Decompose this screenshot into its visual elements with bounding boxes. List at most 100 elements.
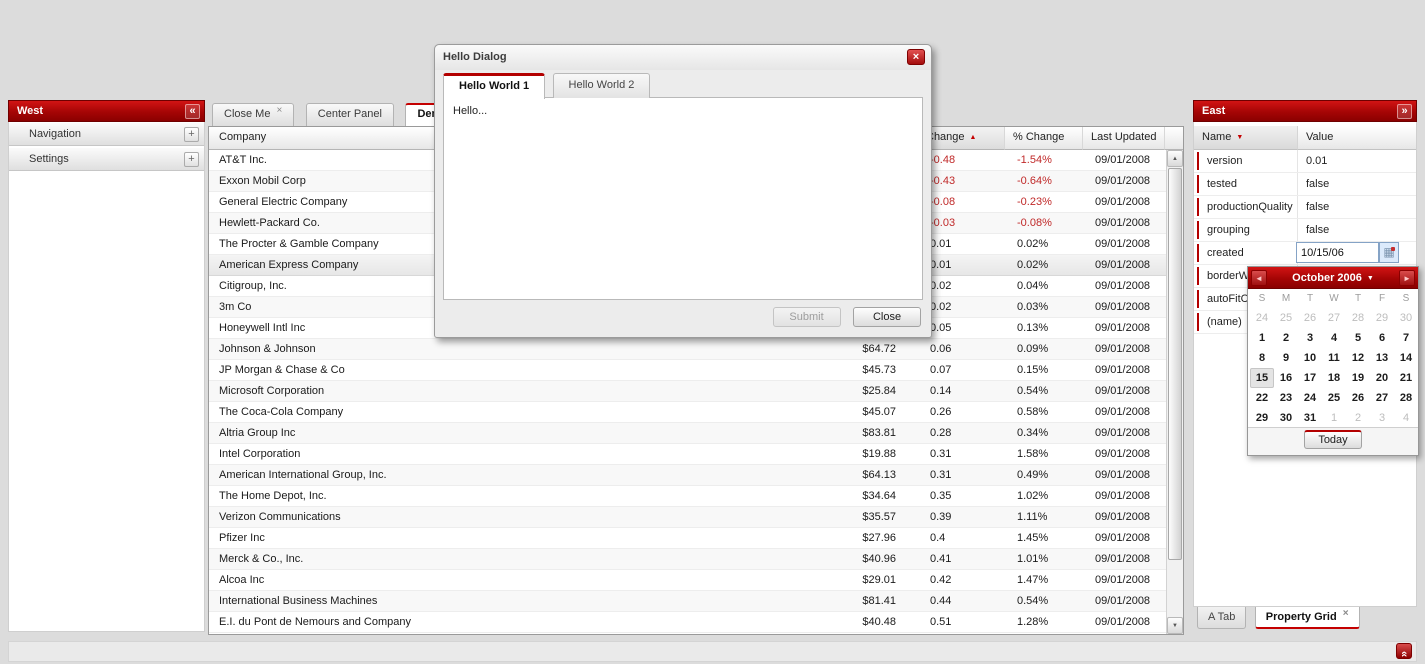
dialog-close-icon[interactable]: × <box>907 49 925 65</box>
table-row[interactable]: Merck & Co., Inc. $40.96 0.41 1.01% 09/0… <box>209 549 1166 570</box>
sort-asc-icon: ▲ <box>970 134 977 141</box>
property-row[interactable]: version 0.01 <box>1194 150 1416 173</box>
cell-pct-change: 1.58% <box>1005 444 1083 464</box>
column-header-pct-change[interactable]: % Change <box>1005 127 1083 150</box>
calendar-day[interactable]: 28 <box>1394 388 1418 408</box>
calendar-trigger-icon[interactable]: ▦ <box>1379 242 1399 263</box>
expand-south-icon[interactable]: « <box>1396 643 1412 659</box>
calendar-day[interactable]: 1 <box>1250 328 1274 348</box>
cell-last-updated: 09/01/2008 <box>1083 192 1165 212</box>
calendar-day[interactable]: 21 <box>1394 368 1418 388</box>
calendar-day[interactable]: 5 <box>1346 328 1370 348</box>
calendar-day[interactable]: 2 <box>1274 328 1298 348</box>
expand-plus-icon[interactable]: + <box>184 152 199 167</box>
calendar-day[interactable]: 27 <box>1322 308 1346 328</box>
today-button[interactable]: Today <box>1304 430 1361 449</box>
month-year-button[interactable]: October 2006▼ <box>1292 272 1374 284</box>
calendar-day[interactable]: 25 <box>1274 308 1298 328</box>
table-row[interactable]: JP Morgan & Chase & Co $45.73 0.07 0.15%… <box>209 360 1166 381</box>
calendar-day[interactable]: 6 <box>1370 328 1394 348</box>
calendar-day[interactable]: 26 <box>1298 308 1322 328</box>
calendar-day[interactable]: 19 <box>1346 368 1370 388</box>
table-row[interactable]: Alcoa Inc $29.01 0.42 1.47% 09/01/2008 <box>209 570 1166 591</box>
calendar-day[interactable]: 30 <box>1274 408 1298 428</box>
calendar-day[interactable]: 17 <box>1298 368 1322 388</box>
tab-a-tab[interactable]: A Tab <box>1197 607 1246 629</box>
calendar-day[interactable]: 1 <box>1322 408 1346 428</box>
accordion-item-navigation[interactable]: Navigation + <box>9 122 204 146</box>
calendar-day[interactable]: 2 <box>1346 408 1370 428</box>
cell-last-updated: 09/01/2008 <box>1083 465 1165 485</box>
close-button[interactable]: Close <box>853 307 921 327</box>
table-row[interactable]: American International Group, Inc. $64.1… <box>209 465 1166 486</box>
calendar-day[interactable]: 10 <box>1298 348 1322 368</box>
calendar-day[interactable]: 9 <box>1274 348 1298 368</box>
table-row[interactable]: Microsoft Corporation $25.84 0.14 0.54% … <box>209 381 1166 402</box>
calendar-day[interactable]: 3 <box>1298 328 1322 348</box>
calendar-day[interactable]: 12 <box>1346 348 1370 368</box>
calendar-day[interactable]: 3 <box>1370 408 1394 428</box>
calendar-day[interactable]: 13 <box>1370 348 1394 368</box>
calendar-day[interactable]: 4 <box>1394 408 1418 428</box>
property-row[interactable]: grouping false <box>1194 219 1416 242</box>
tab-center-panel[interactable]: Center Panel <box>306 103 394 126</box>
calendar-day[interactable]: 24 <box>1298 388 1322 408</box>
next-month-icon[interactable]: ► <box>1399 270 1415 286</box>
expand-plus-icon[interactable]: + <box>184 127 199 142</box>
table-row[interactable]: The Coca-Cola Company $45.07 0.26 0.58% … <box>209 402 1166 423</box>
calendar-day[interactable]: 15 <box>1250 368 1274 388</box>
submit-button[interactable]: Submit <box>773 307 841 327</box>
close-tab-icon[interactable]: × <box>1343 608 1349 619</box>
table-row[interactable]: Johnson & Johnson $64.72 0.06 0.09% 09/0… <box>209 339 1166 360</box>
calendar-day[interactable]: 28 <box>1346 308 1370 328</box>
calendar-day[interactable]: 23 <box>1274 388 1298 408</box>
prev-month-icon[interactable]: ◄ <box>1251 270 1267 286</box>
collapse-left-icon[interactable]: « <box>185 104 200 119</box>
table-row[interactable]: Intel Corporation $19.88 0.31 1.58% 09/0… <box>209 444 1166 465</box>
west-panel-body: Navigation + Settings + <box>8 122 205 632</box>
calendar-day[interactable]: 25 <box>1322 388 1346 408</box>
calendar-day[interactable]: 22 <box>1250 388 1274 408</box>
scrollbar-thumb[interactable] <box>1168 168 1182 560</box>
tab-close-me[interactable]: Close Me× <box>212 103 294 126</box>
weekday-label: T <box>1346 291 1370 307</box>
scroll-up-icon[interactable]: ▲ <box>1167 150 1183 167</box>
calendar-day[interactable]: 16 <box>1274 368 1298 388</box>
date-input[interactable] <box>1296 242 1379 263</box>
calendar-day[interactable]: 29 <box>1370 308 1394 328</box>
scroll-down-icon[interactable]: ▼ <box>1167 617 1183 634</box>
table-row[interactable]: Verizon Communications $35.57 0.39 1.11%… <box>209 507 1166 528</box>
collapse-right-icon[interactable]: » <box>1397 104 1412 119</box>
calendar-day[interactable]: 24 <box>1250 308 1274 328</box>
tab-property-grid[interactable]: Property Grid× <box>1255 607 1360 629</box>
property-row[interactable]: productionQuality false <box>1194 196 1416 219</box>
close-tab-icon[interactable]: × <box>276 105 282 116</box>
column-header-value[interactable]: Value <box>1298 126 1416 150</box>
column-header-last-updated[interactable]: Last Updated <box>1083 127 1165 150</box>
table-row[interactable]: Altria Group Inc $83.81 0.28 0.34% 09/01… <box>209 423 1166 444</box>
calendar-day[interactable]: 30 <box>1394 308 1418 328</box>
calendar-day[interactable]: 11 <box>1322 348 1346 368</box>
calendar-day[interactable]: 20 <box>1370 368 1394 388</box>
calendar-day[interactable]: 18 <box>1322 368 1346 388</box>
dialog-header[interactable]: Hello Dialog × <box>435 45 931 70</box>
column-header-name[interactable]: Name▼ <box>1194 126 1298 150</box>
accordion-item-settings[interactable]: Settings + <box>9 147 204 171</box>
grid-scrollbar[interactable]: ▲ ▼ <box>1166 150 1183 634</box>
south-bar: « <box>8 641 1417 662</box>
calendar-day[interactable]: 7 <box>1394 328 1418 348</box>
tab-hello-world-1[interactable]: Hello World 1 <box>443 73 545 99</box>
tab-hello-world-2[interactable]: Hello World 2 <box>553 73 651 98</box>
property-row[interactable]: tested false <box>1194 173 1416 196</box>
table-row[interactable]: The Home Depot, Inc. $34.64 0.35 1.02% 0… <box>209 486 1166 507</box>
calendar-day[interactable]: 27 <box>1370 388 1394 408</box>
table-row[interactable]: International Business Machines $81.41 0… <box>209 591 1166 612</box>
calendar-day[interactable]: 31 <box>1298 408 1322 428</box>
table-row[interactable]: Pfizer Inc $27.96 0.4 1.45% 09/01/2008 <box>209 528 1166 549</box>
calendar-day[interactable]: 26 <box>1346 388 1370 408</box>
table-row[interactable]: E.I. du Pont de Nemours and Company $40.… <box>209 612 1166 633</box>
calendar-day[interactable]: 29 <box>1250 408 1274 428</box>
calendar-day[interactable]: 14 <box>1394 348 1418 368</box>
calendar-day[interactable]: 8 <box>1250 348 1274 368</box>
calendar-day[interactable]: 4 <box>1322 328 1346 348</box>
